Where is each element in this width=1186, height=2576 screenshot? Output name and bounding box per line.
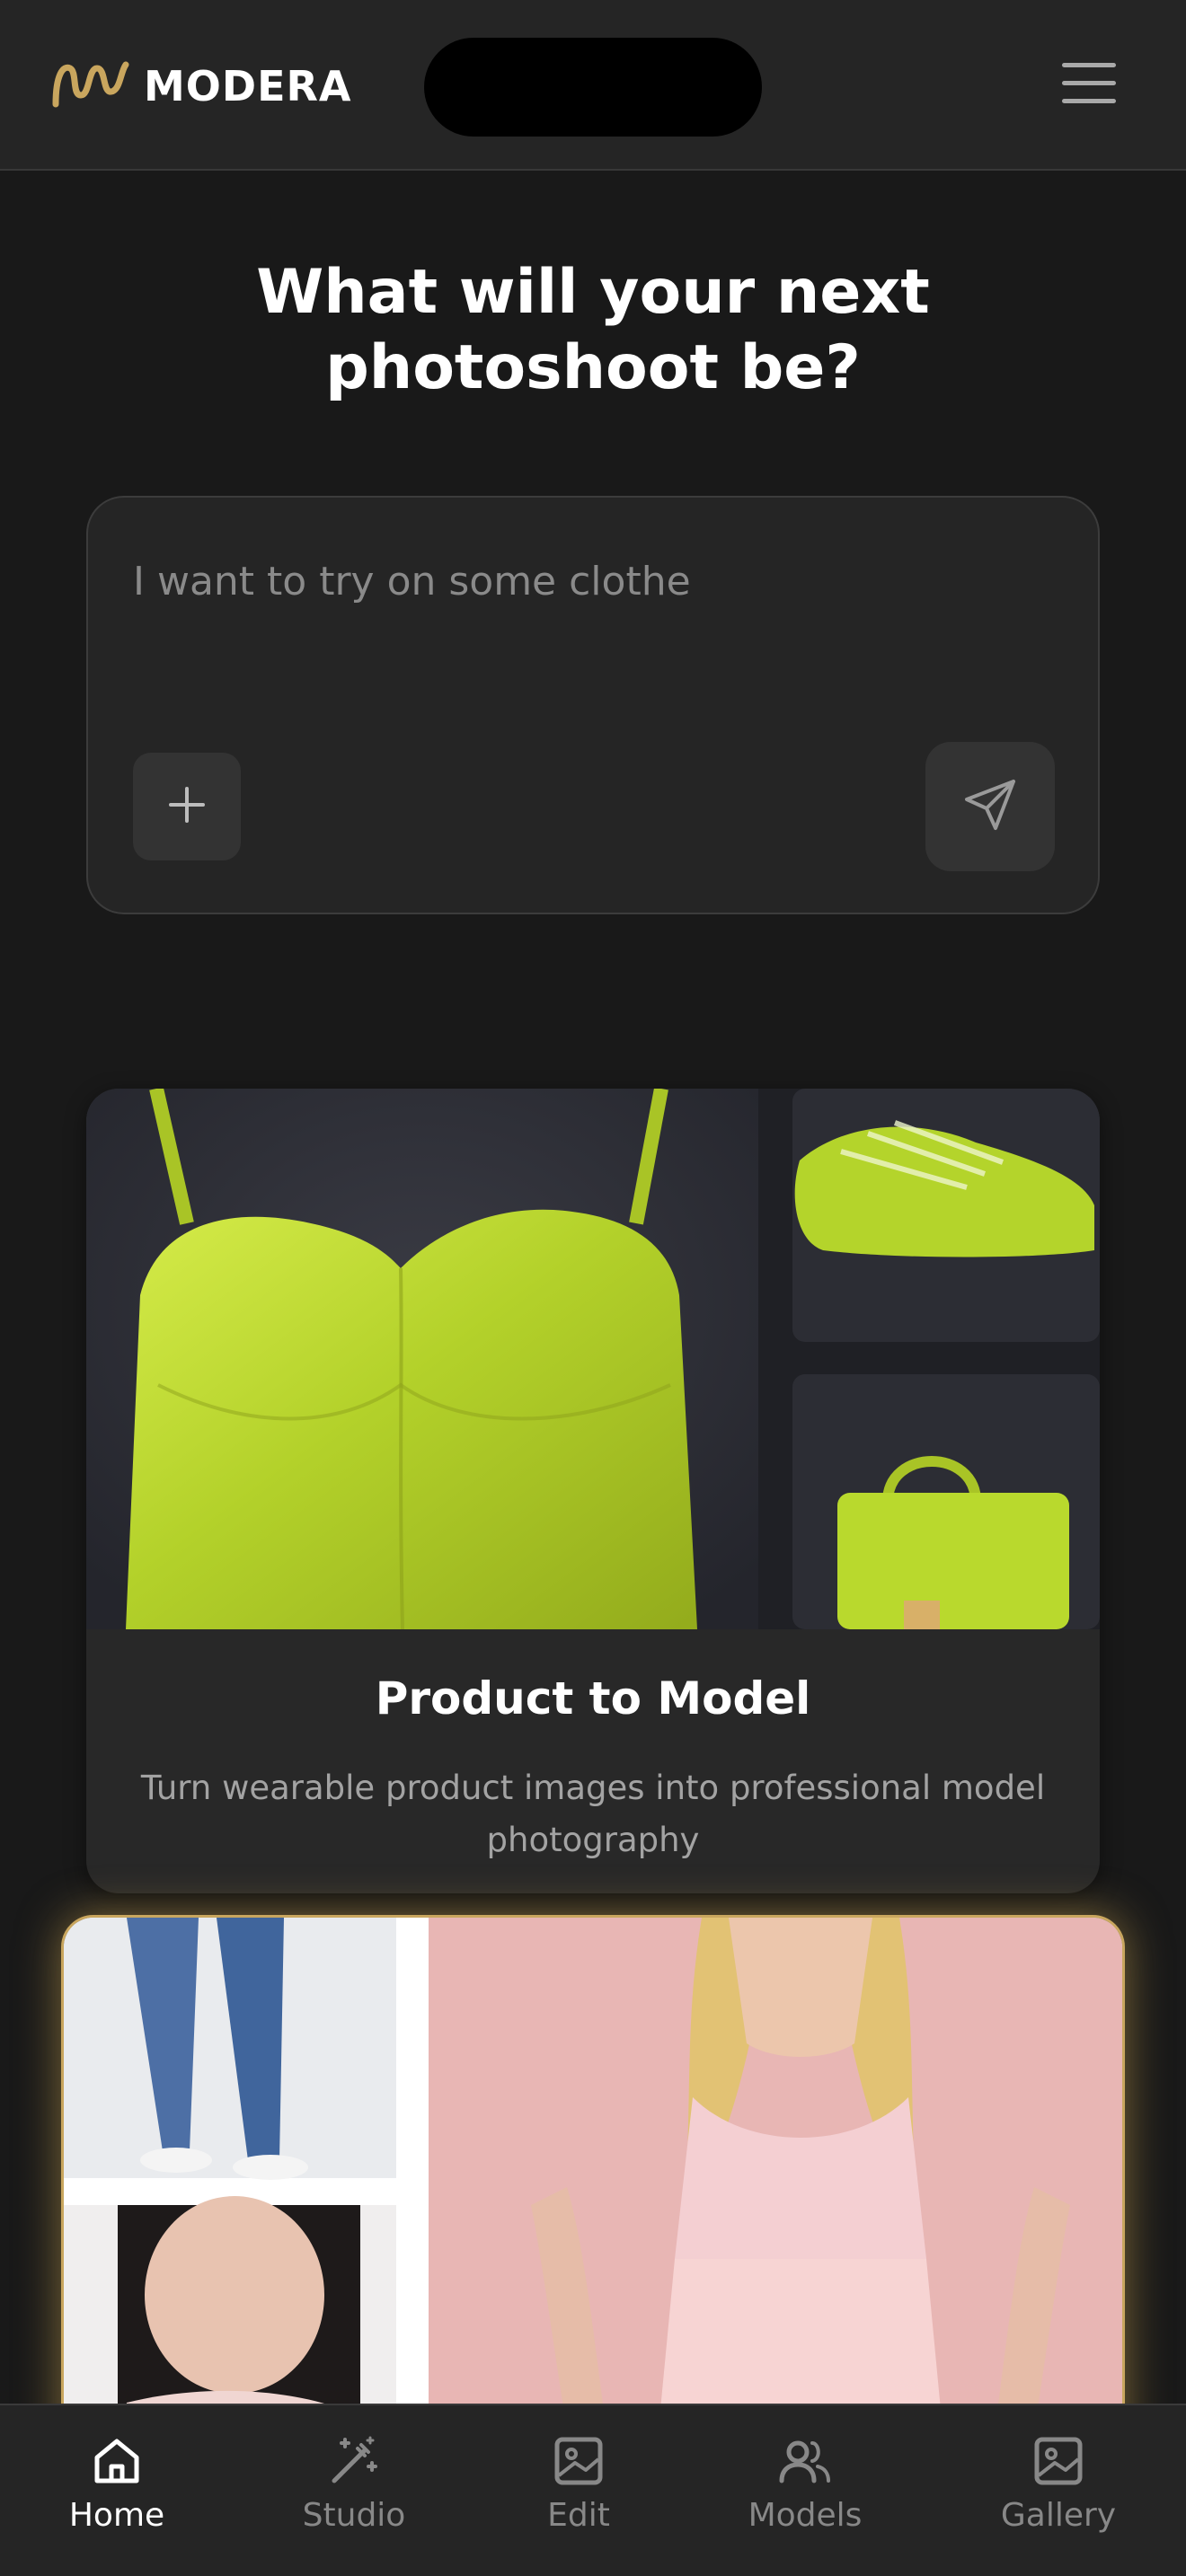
users-icon — [776, 2432, 834, 2490]
plus-icon — [165, 783, 208, 830]
send-icon — [961, 776, 1019, 837]
nav-gallery-label: Gallery — [1000, 2497, 1117, 2534]
app-screen: MODERA What will your next photoshoot be… — [0, 0, 1186, 2576]
bottom-navigation: Home Studio Edit Models Gallery — [0, 2404, 1186, 2576]
brand-name: MODERA — [144, 62, 352, 110]
nav-studio-label: Studio — [302, 2497, 406, 2534]
hamburger-menu-icon[interactable] — [1062, 63, 1116, 108]
top-header: MODERA — [0, 0, 1186, 171]
feature-card-product-to-model[interactable]: Product to Model Turn wearable product i… — [86, 1089, 1100, 1893]
brand-logo[interactable]: MODERA — [50, 56, 352, 117]
nav-models-label: Models — [748, 2497, 863, 2534]
product-collage-image — [86, 1089, 1100, 1630]
send-button[interactable] — [925, 742, 1055, 871]
card-title: Product to Model — [375, 1672, 811, 1725]
nav-gallery[interactable]: Gallery — [969, 2432, 1148, 2534]
image-icon — [1030, 2432, 1087, 2490]
nav-models[interactable]: Models — [715, 2432, 895, 2534]
add-attachment-button[interactable] — [133, 753, 241, 860]
nav-edit[interactable]: Edit — [489, 2432, 668, 2534]
magic-wand-icon — [325, 2432, 383, 2490]
image-icon — [550, 2432, 607, 2490]
device-notch — [424, 38, 762, 137]
prompt-input[interactable] — [133, 550, 1031, 613]
home-icon — [88, 2432, 146, 2490]
prompt-box — [86, 496, 1100, 914]
card-description: Turn wearable product images into profes… — [140, 1769, 1046, 1859]
nav-studio[interactable]: Studio — [264, 2432, 444, 2534]
modera-logo-icon — [50, 56, 129, 117]
nav-home[interactable]: Home — [27, 2432, 207, 2534]
nav-home-label: Home — [68, 2497, 165, 2534]
nav-edit-label: Edit — [547, 2497, 610, 2534]
page-headline: What will your next photoshoot be? — [256, 257, 930, 403]
